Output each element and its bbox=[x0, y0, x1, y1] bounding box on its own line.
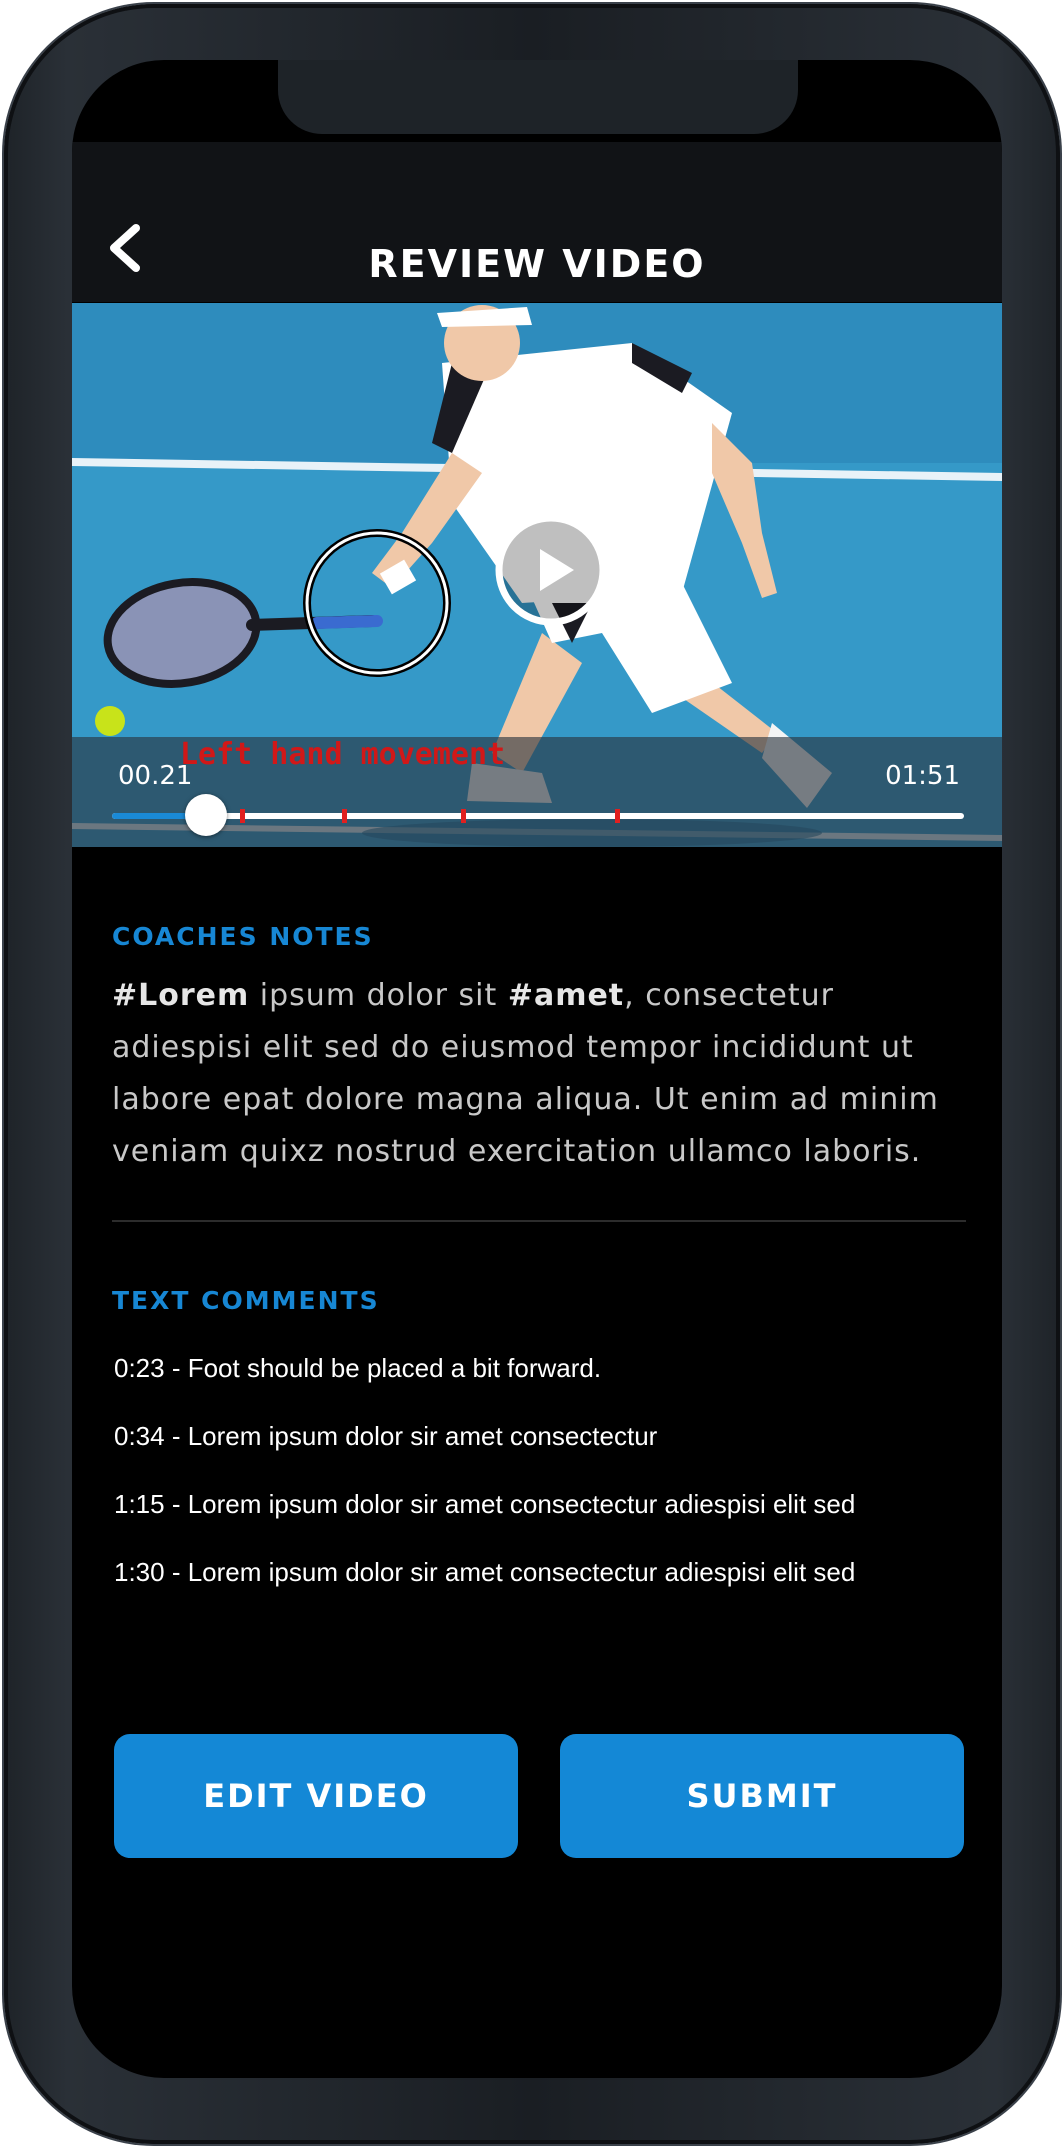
notes-tag: #amet bbox=[507, 978, 625, 1013]
comment-marker[interactable] bbox=[614, 809, 620, 823]
comment-item[interactable]: 1:30 - Lorem ipsum dolor sir amet consec… bbox=[114, 1552, 974, 1620]
comment-marker[interactable] bbox=[461, 809, 467, 823]
play-icon[interactable] bbox=[492, 511, 610, 629]
comments-list: 0:23 - Foot should be placed a bit forwa… bbox=[114, 1348, 974, 1620]
video-controls: Left hand movement 00.21 01:51 bbox=[72, 737, 1002, 847]
annotation-label: Left hand movement bbox=[180, 737, 506, 772]
comment-item[interactable]: 0:23 - Foot should be placed a bit forwa… bbox=[114, 1348, 974, 1416]
comment-item[interactable]: 1:15 - Lorem ipsum dolor sir amet consec… bbox=[114, 1484, 974, 1552]
phone-frame: REVIEW VIDEO Left hand movement 00.21 01… bbox=[4, 4, 1060, 2144]
text-comments-heading: TEXT COMMENTS bbox=[112, 1286, 380, 1315]
video-player[interactable]: Left hand movement 00.21 01:51 bbox=[72, 303, 1002, 847]
submit-button[interactable]: SUBMIT bbox=[560, 1734, 964, 1858]
comment-item[interactable]: 0:34 - Lorem ipsum dolor sir amet consec… bbox=[114, 1416, 974, 1484]
coaches-notes-text: #Lorem ipsum dolor sit #amet, consectetu… bbox=[112, 970, 972, 1178]
notes-tag: #Lorem bbox=[112, 978, 250, 1013]
page-title: REVIEW VIDEO bbox=[368, 242, 706, 286]
total-time: 01:51 bbox=[885, 761, 960, 791]
app-header: REVIEW VIDEO bbox=[72, 142, 1002, 302]
coaches-notes-heading: COACHES NOTES bbox=[112, 922, 374, 951]
comment-marker[interactable] bbox=[239, 809, 245, 823]
phone-notch bbox=[278, 60, 798, 134]
section-divider bbox=[112, 1220, 966, 1222]
scrubber-thumb[interactable] bbox=[184, 794, 227, 836]
edit-video-button[interactable]: EDIT VIDEO bbox=[114, 1734, 518, 1858]
notes-text-part: ipsum dolor sit bbox=[249, 978, 508, 1013]
app-screen: REVIEW VIDEO Left hand movement 00.21 01… bbox=[72, 60, 1002, 2078]
current-time: 00.21 bbox=[118, 761, 193, 791]
scrubber-track[interactable] bbox=[112, 794, 964, 836]
comment-marker[interactable] bbox=[342, 809, 348, 823]
